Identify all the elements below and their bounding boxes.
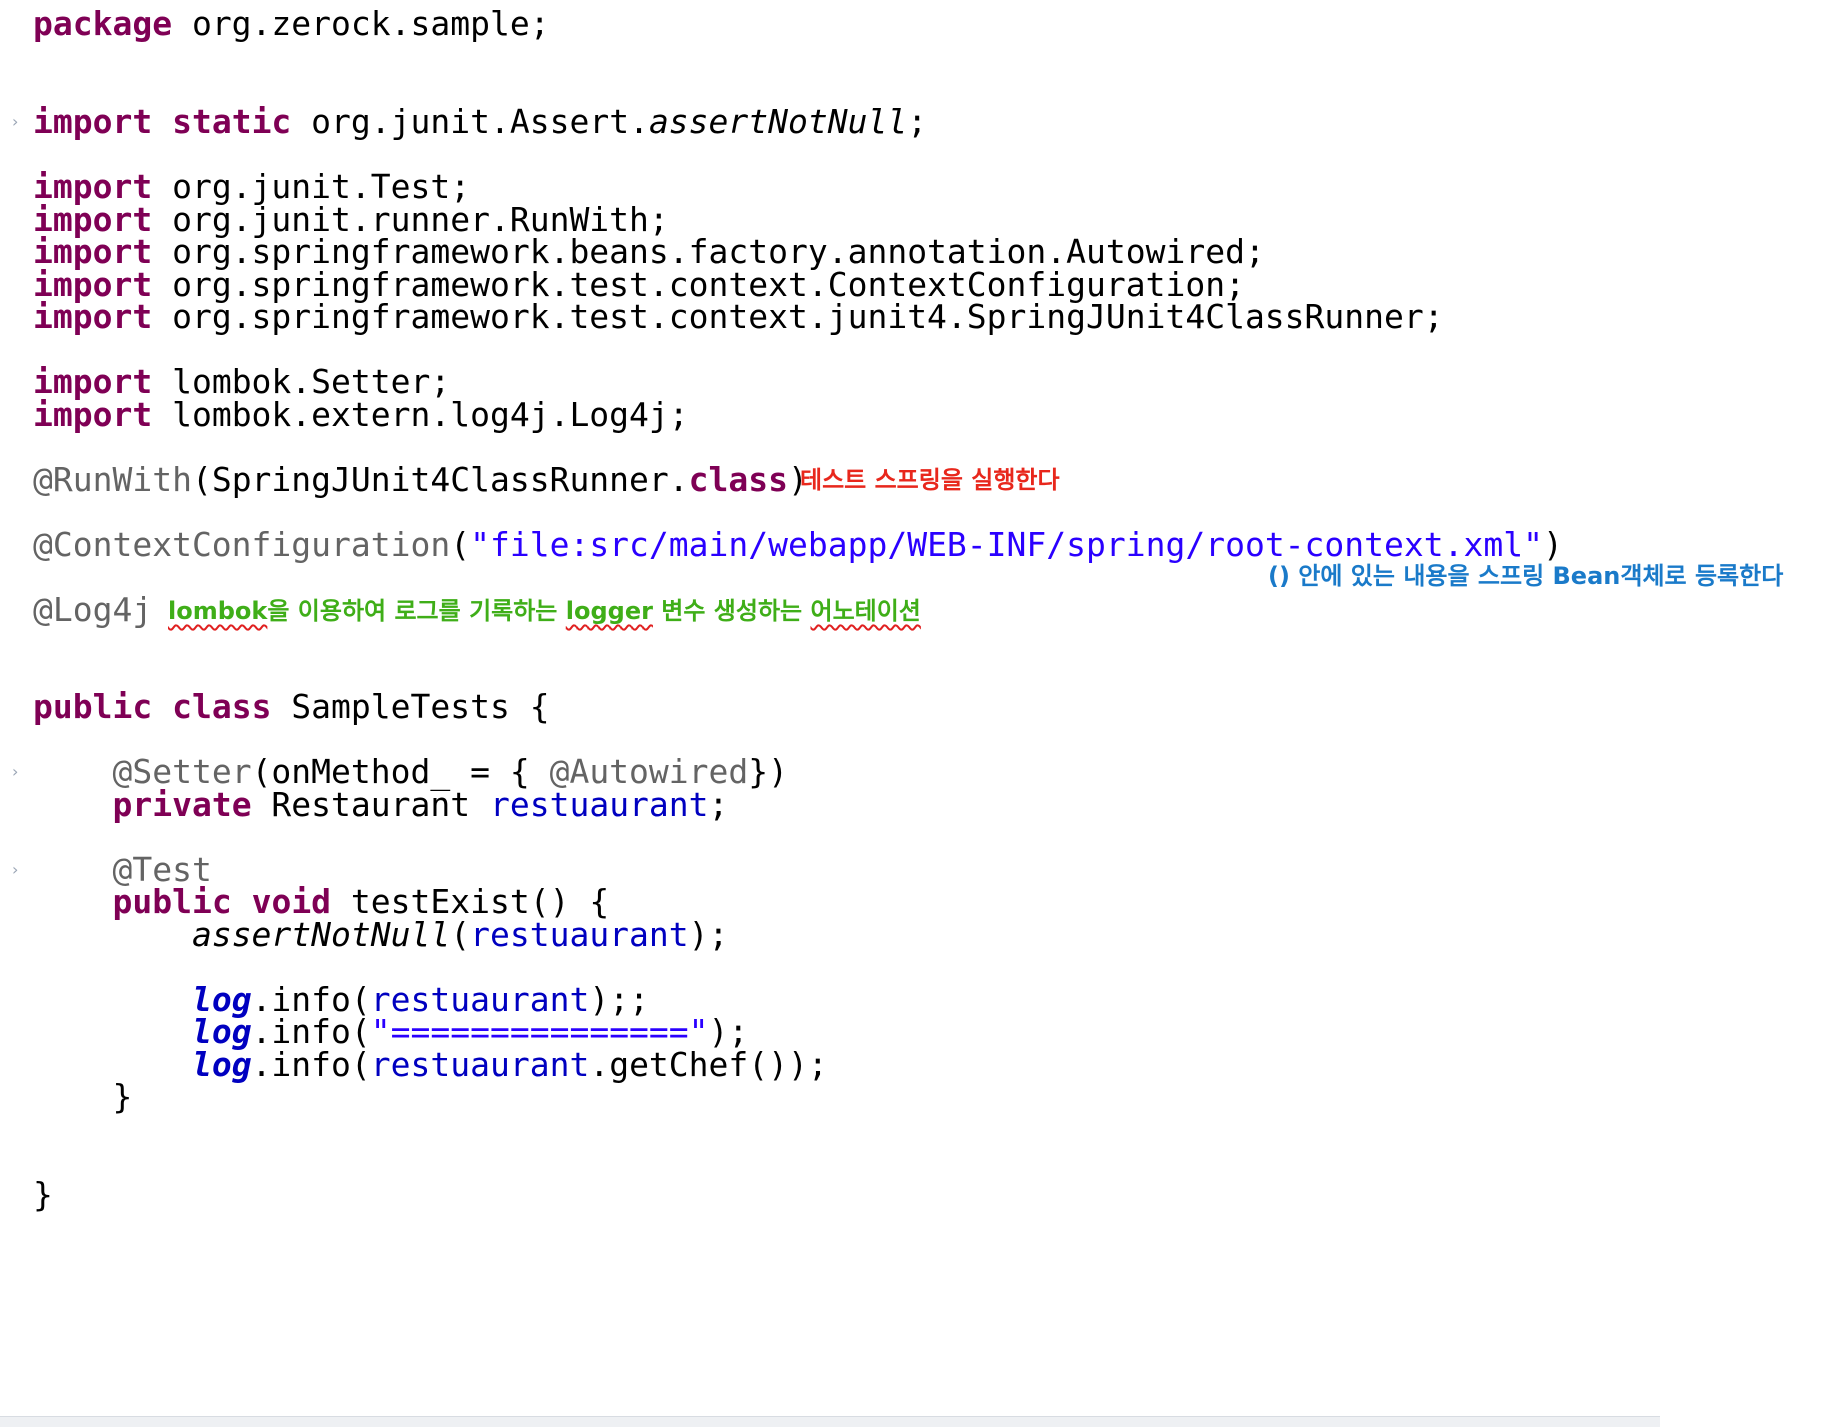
code-editor[interactable]: package org.zerock.sample; › import stat… [0, 0, 1830, 1427]
context-configuration-note: () 안에 있는 내용을 스프링 Bean객체로 등록한다 [1268, 562, 1784, 590]
log4j-note: lombok을 이용하여 로그를 기록하는 logger 변수 생성하는 어노테… [168, 597, 921, 625]
package-line: package org.zerock.sample; [33, 4, 550, 43]
static-import-line: import static org.junit.Assert.assertNot… [33, 102, 928, 141]
fold-marker-icon[interactable]: › [12, 860, 24, 880]
fold-marker-icon[interactable]: › [12, 112, 24, 132]
horizontal-scrollbar[interactable] [0, 1416, 1660, 1427]
fold-marker-icon[interactable]: › [12, 762, 24, 782]
log-info-line: log.info(restuaurant.getChef()); [191, 1045, 828, 1084]
import-line: import org.springframework.test.context.… [33, 297, 1444, 336]
method-close-brace: } [112, 1077, 133, 1116]
log4j-annotation-line: @Log4j [33, 590, 153, 629]
class-close-brace: } [33, 1175, 53, 1214]
class-declaration-line: public class SampleTests { [33, 687, 550, 726]
runwith-annotation-line: @RunWith(SpringJUnit4ClassRunner.class) [33, 460, 808, 499]
runwith-note: 테스트 스프링을 실행한다 [800, 466, 1060, 494]
field-declaration-line: private Restaurant restuaurant; [112, 785, 729, 824]
context-configuration-line: @ContextConfiguration("file:src/main/web… [33, 525, 1563, 564]
import-line: import lombok.extern.log4j.Log4j; [33, 395, 689, 434]
assert-line: assertNotNull(restuaurant); [191, 915, 729, 954]
